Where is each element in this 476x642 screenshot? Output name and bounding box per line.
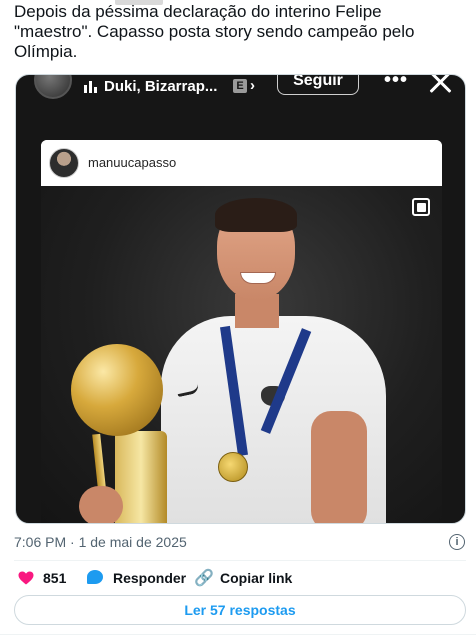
tweet-text: Depois da péssima declaração do interino…: [14, 2, 464, 62]
carousel-icon: [412, 198, 430, 216]
post-header: manuucapasso: [41, 140, 442, 186]
player-hand: [79, 486, 123, 523]
tweet-text-line: Depois da péssima declaração do interino…: [14, 2, 382, 21]
post-photo: [41, 186, 442, 523]
more-options-icon[interactable]: •••: [384, 75, 408, 92]
read-replies-button[interactable]: Ler 57 respostas: [14, 595, 466, 625]
divider: [0, 634, 476, 635]
trophy-body: [115, 431, 167, 523]
reply-bubble-icon[interactable]: [87, 570, 103, 584]
info-icon[interactable]: i: [449, 534, 465, 550]
tweet-media-image[interactable]: Duki, Bizarrap... E › Seguir ••• manuuca…: [15, 74, 466, 524]
post-avatar[interactable]: [49, 148, 79, 178]
story-header: Duki, Bizarrap... E › Seguir •••: [16, 75, 465, 105]
tweet-timestamp[interactable]: 7:06 PM · 1 de mai de 2025: [14, 534, 187, 550]
copy-link-button[interactable]: Copiar link: [220, 570, 292, 586]
like-count[interactable]: 851: [43, 570, 66, 586]
close-icon[interactable]: [427, 75, 453, 95]
explicit-badge: E: [233, 79, 247, 93]
link-icon[interactable]: 🔗: [194, 568, 214, 588]
gold-medal-icon: [218, 452, 248, 482]
trophy-ball-icon: [71, 344, 163, 436]
chevron-right-icon: ›: [250, 77, 255, 94]
divider: [14, 560, 466, 561]
tweet-text-line: "maestro". Capasso posta story sendo cam…: [14, 22, 415, 41]
tweet-actions: 851 Responder 🔗 Copiar link: [14, 567, 466, 589]
follow-button[interactable]: Seguir: [277, 75, 359, 95]
shared-post-card: manuucapasso: [41, 140, 442, 523]
story-avatar[interactable]: [34, 75, 72, 99]
player-hair: [215, 198, 297, 232]
reply-button[interactable]: Responder: [113, 570, 186, 586]
story-music-label[interactable]: Duki, Bizarrap...: [104, 78, 217, 95]
music-bars-icon: [84, 79, 98, 93]
player-arm: [311, 411, 367, 523]
post-username[interactable]: manuucapasso: [88, 155, 176, 170]
tweet-text-line: Olímpia.: [14, 42, 78, 61]
heart-icon[interactable]: [18, 571, 34, 585]
